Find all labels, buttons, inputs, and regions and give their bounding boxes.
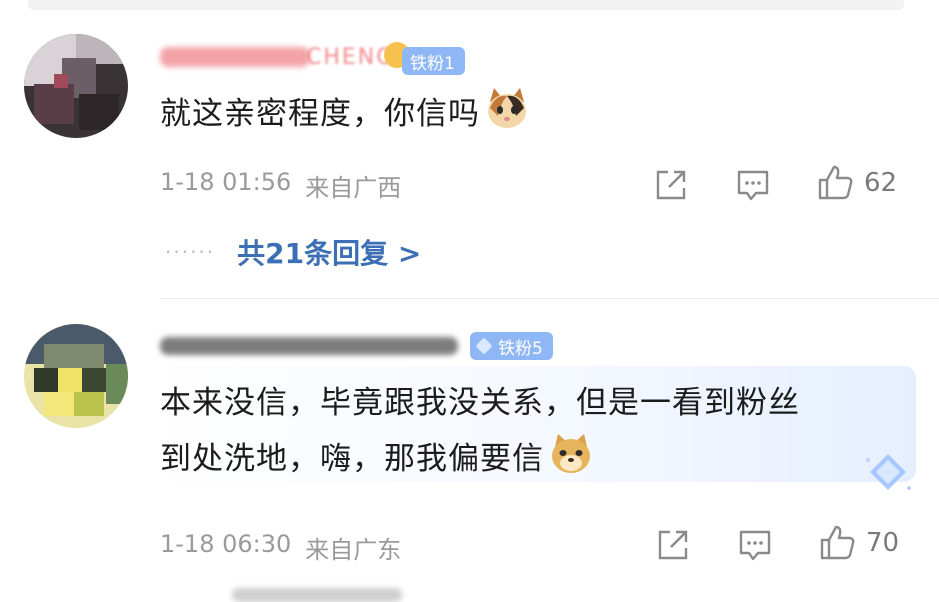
timestamp: 1-18 01:56 [160, 168, 292, 196]
previous-item-edge [28, 0, 904, 10]
fan-badge-label: 铁粉5 [498, 338, 543, 359]
comment-icon[interactable] [738, 528, 772, 562]
fan-badge[interactable]: 铁粉5 [470, 332, 553, 360]
comment-body: 就这亲密程度，你信吗 [160, 96, 480, 132]
avatar[interactable] [24, 324, 128, 428]
avatar[interactable] [24, 34, 128, 138]
fan-badge[interactable]: 铁粉1 [402, 47, 465, 75]
replies-row: ······ 共21条回复 > [165, 232, 421, 272]
next-item-edge [232, 588, 402, 602]
like-button[interactable]: 70 [818, 524, 899, 562]
location: 来自广西 [305, 174, 402, 202]
thumbs-up-icon [818, 165, 853, 200]
like-button[interactable]: 62 [816, 164, 897, 202]
badge-diamond-icon [475, 337, 493, 355]
doge-face-icon [552, 434, 590, 473]
cat-face-icon [488, 88, 526, 128]
timestamp: 1-18 06:30 [160, 530, 292, 558]
share-icon[interactable] [654, 168, 688, 202]
comment-icon[interactable] [736, 168, 770, 202]
comment-divider [160, 298, 939, 299]
username-visible-fragment: CHENG [306, 44, 396, 70]
fan-badge-label: 铁粉1 [410, 53, 455, 74]
view-replies-link[interactable]: 共21条回复 > [237, 232, 421, 272]
comment-body-line-2: 到处洗地，嗨，那我偏要信 [160, 441, 544, 477]
comment-body-line-1: 本来没信，毕竟跟我没关系，但是一看到粉丝 [160, 385, 800, 421]
comment-meta: 1-18 06:30 来自广东 [160, 530, 401, 565]
username-blurred[interactable]: CHENG [160, 42, 395, 72]
comment-meta: 1-18 01:56 来自广西 [160, 168, 401, 203]
comment-text: 就这亲密程度，你信吗 [160, 86, 530, 142]
replies-dots: ······ [165, 240, 216, 264]
like-count: 62 [864, 168, 898, 198]
like-count: 70 [866, 528, 900, 558]
comment-text: 本来没信，毕竟跟我没关系，但是一看到粉丝 到处洗地，嗨，那我偏要信 [160, 375, 800, 487]
location: 来自广东 [305, 536, 402, 564]
share-icon[interactable] [656, 528, 690, 562]
diamond-decoration-icon [866, 454, 911, 490]
thumbs-up-icon [820, 525, 855, 560]
username-blurred[interactable] [160, 331, 458, 361]
